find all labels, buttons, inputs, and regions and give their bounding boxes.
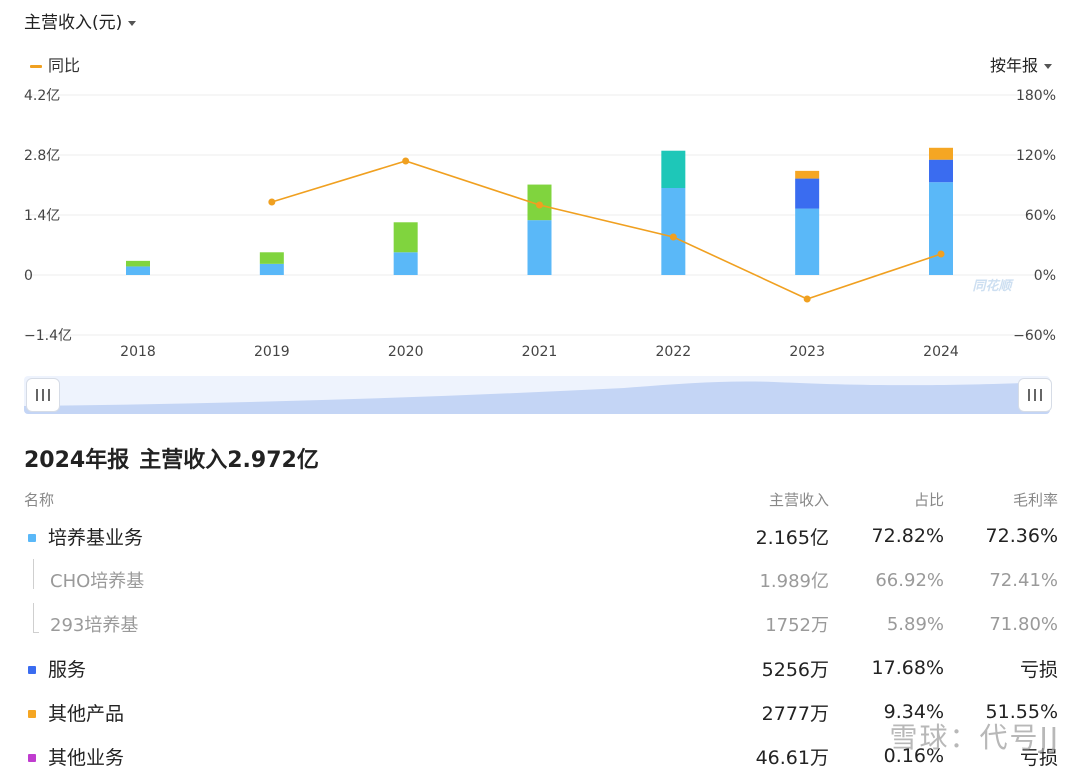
bar-segment — [795, 178, 820, 209]
yoy-point — [669, 233, 677, 241]
cell-name: 培养基业务 — [24, 514, 689, 558]
table-header: 名称 主营收入 占比 毛利率 — [24, 484, 1058, 514]
cell-revenue: 5256万 — [761, 658, 829, 681]
bar-segment — [795, 170, 820, 179]
period-dropdown[interactable]: 按年报 — [990, 52, 1052, 76]
header-revenue: 主营收入 — [768, 490, 829, 509]
table-row: 服务 5256万 17.68% 亏损 — [24, 646, 1058, 690]
bar-segment — [929, 182, 953, 275]
cell-margin: 72.36% — [985, 525, 1058, 547]
y-right-tick: 0% — [1034, 268, 1056, 284]
bar-segment — [929, 159, 953, 183]
table-row: 培养基业务 2.165亿 72.82% 72.36% — [24, 514, 1058, 558]
y-right-tick: −60% — [1013, 328, 1056, 344]
cell-revenue: 46.61万 — [755, 746, 829, 769]
y-left-tick: 0 — [24, 268, 33, 284]
scroller-preview — [24, 381, 1050, 414]
cell-revenue: 2.165亿 — [755, 526, 829, 549]
bar-segment — [393, 252, 418, 275]
period-label: 按年报 — [989, 56, 1038, 75]
segment-color-icon — [28, 754, 36, 762]
segment-name: 培养基业务 — [48, 526, 144, 549]
yoy-point — [803, 295, 811, 303]
sub-segment-name: CHO培养基 — [24, 571, 144, 592]
legend-yoy[interactable]: 同比 — [30, 52, 80, 76]
table-row: CHO培养基 1.989亿 66.92% 72.41% — [24, 558, 1058, 602]
segment-name: 服务 — [48, 658, 87, 681]
yoy-line — [271, 160, 942, 300]
bar-segment — [393, 222, 418, 253]
cell-margin: 亏损 — [1019, 658, 1058, 681]
scroller-left-handle[interactable] — [26, 378, 60, 412]
summary-period: 2024年报 — [24, 448, 130, 473]
x-tick: 2020 — [388, 344, 424, 360]
y-right-tick: 60% — [1025, 208, 1056, 224]
range-scroller[interactable] — [24, 376, 1052, 414]
cell-margin: 72.41% — [989, 569, 1058, 591]
cell-name: CHO培养基 — [24, 558, 689, 602]
cell-revenue: 2777万 — [761, 702, 829, 725]
legend-line-icon — [30, 65, 42, 68]
x-tick: 2021 — [522, 344, 558, 360]
cell-share: 5.89% — [886, 613, 944, 635]
bar-segment — [259, 263, 284, 275]
segment-color-icon — [28, 666, 36, 674]
cell-share: 66.92% — [875, 569, 944, 591]
sub-segment-name: 293培养基 — [24, 615, 138, 636]
ths-logo: 同花顺 — [972, 278, 1014, 294]
metric-label: 主营收入(元) — [24, 13, 123, 33]
segment-name: 其他产品 — [48, 702, 125, 725]
watermark: 雪球：代号JJ — [889, 721, 1060, 754]
x-tick: 2018 — [120, 344, 156, 360]
cell-revenue: 1752万 — [765, 615, 829, 636]
segment-color-icon — [28, 534, 36, 542]
x-tick: 2024 — [923, 344, 959, 360]
header-name: 名称 — [24, 490, 55, 509]
cell-revenue: 1.989亿 — [759, 571, 829, 592]
metric-dropdown[interactable]: 主营收入(元) — [24, 8, 137, 33]
bar-segment — [929, 147, 953, 160]
bar-segment — [126, 266, 150, 275]
x-tick: 2022 — [656, 344, 692, 360]
x-tick: 2023 — [789, 344, 825, 360]
cell-share: 17.68% — [871, 657, 944, 679]
y-left-tick: 1.4亿 — [24, 208, 60, 224]
scroller-right-handle[interactable] — [1018, 378, 1052, 412]
scroller-track[interactable] — [24, 376, 1050, 414]
x-tick: 2019 — [254, 344, 290, 360]
header-margin: 毛利率 — [1012, 490, 1058, 509]
cell-name: 其他产品 — [24, 690, 689, 734]
y-left-tick: 2.8亿 — [24, 148, 60, 164]
cell-share: 72.82% — [871, 525, 944, 547]
bar-segment — [259, 252, 284, 264]
yoy-point — [402, 157, 410, 165]
bar-segment — [661, 150, 686, 188]
caret-down-icon — [1044, 64, 1052, 69]
y-right-tick: 120% — [1016, 148, 1056, 164]
cell-name: 服务 — [24, 646, 689, 690]
y-left-tick: 4.2亿 — [24, 88, 60, 104]
header-share: 占比 — [913, 490, 944, 509]
bar-segment — [661, 188, 686, 275]
legend-label: 同比 — [48, 56, 81, 75]
segment-color-icon — [28, 710, 36, 718]
table-row: 293培养基 1752万 5.89% 71.80% — [24, 602, 1058, 646]
bar-segment — [527, 220, 552, 275]
cell-name: 其他业务 — [24, 734, 689, 778]
revenue-chart: 4.2亿 180% 2.8亿 120% 1.4亿 60% 0 0% −1.4亿 −60% 2018 2… — [24, 88, 1056, 360]
bar-segment — [795, 208, 820, 275]
segment-name: 其他业务 — [48, 746, 125, 769]
yoy-point — [937, 250, 945, 258]
yoy-point — [536, 201, 543, 209]
y-left-tick: −1.4亿 — [24, 328, 72, 344]
bar-segment — [126, 260, 150, 267]
summary-title: 2024年报 主营收入2.972亿 — [24, 442, 329, 474]
yoy-point — [268, 198, 276, 206]
summary-total: 主营收入2.972亿 — [139, 448, 319, 473]
cell-name: 293培养基 — [24, 602, 689, 646]
y-right-tick: 180% — [1016, 88, 1056, 104]
cell-margin: 71.80% — [989, 613, 1058, 635]
caret-down-icon — [128, 20, 137, 26]
